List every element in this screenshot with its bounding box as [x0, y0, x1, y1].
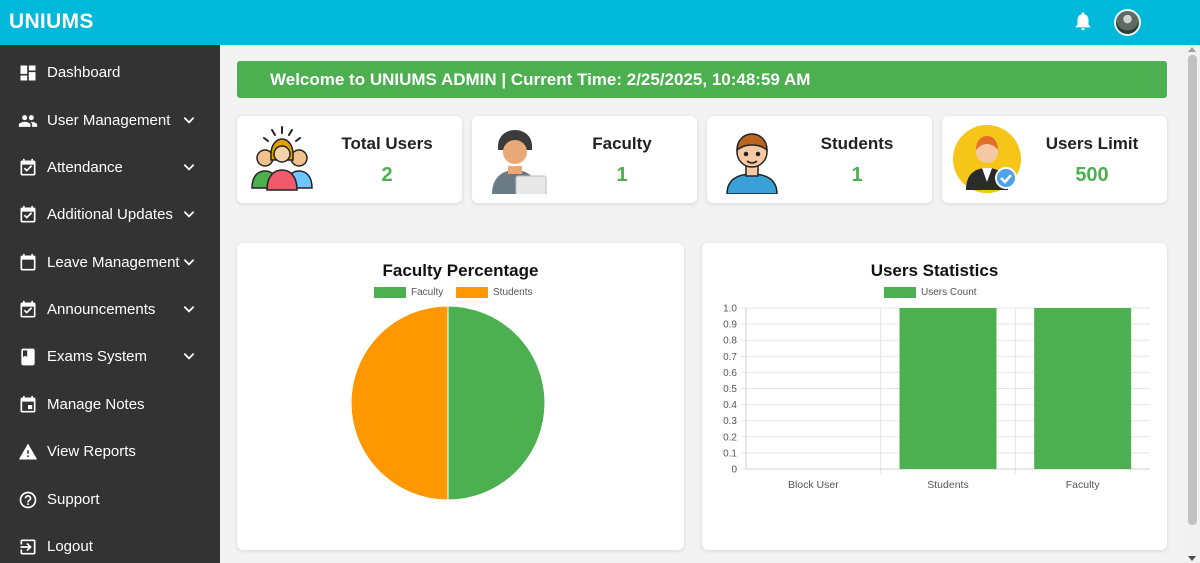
- pie-slice-students[interactable]: [350, 305, 449, 501]
- stat-card-total-users: Total Users 2: [237, 116, 462, 203]
- y-tick-label: 0.4: [723, 400, 737, 411]
- stat-card-students: Students 1: [707, 116, 932, 203]
- users-limit-icon: [953, 125, 1021, 193]
- bell-icon[interactable]: [1072, 9, 1094, 33]
- sidebar-item-label: Exams System: [47, 348, 148, 365]
- sidebar-item-manage-notes[interactable]: Manage Notes: [0, 385, 220, 425]
- stat-title: Faculty: [592, 134, 652, 153]
- x-tick-label: Faculty: [1066, 479, 1101, 491]
- sidebar-item-user-management[interactable]: User Management: [0, 101, 220, 141]
- chevron-down-icon[interactable]: [182, 349, 196, 363]
- book-icon: [21, 348, 35, 366]
- x-tick-label: Block User: [788, 479, 839, 491]
- bar-chart: 0 0.1 0.2 0.3 0.4 0.5 0.6 0.7 0.8 0.9 1.0 Block Use…: [723, 304, 1150, 491]
- y-tick-label: 0.5: [723, 384, 737, 395]
- user-avatar[interactable]: [1114, 9, 1141, 36]
- chevron-down-icon[interactable]: [182, 113, 196, 127]
- y-tick-label: 0.2: [723, 432, 737, 443]
- x-tick-label: Students: [927, 479, 968, 491]
- calendar-check-icon: [20, 205, 36, 223]
- bar-faculty[interactable]: [1034, 308, 1132, 469]
- stat-value: 1: [851, 164, 863, 186]
- sidebar-item-attendance[interactable]: Attendance: [0, 148, 220, 188]
- y-tick-label: 0.3: [723, 416, 737, 427]
- stat-title: Students: [820, 134, 894, 153]
- logout-icon: [20, 539, 36, 555]
- sidebar-item-label: Leave Management: [47, 254, 180, 271]
- users-statistics-panel: Users Statistics Users Count 0 0.1 0.2 0.3 0…: [702, 243, 1167, 550]
- chevron-down-icon[interactable]: [182, 207, 196, 221]
- chevron-down-icon[interactable]: [182, 255, 196, 269]
- pie-chart: [350, 305, 546, 501]
- sidebar-item-dashboard[interactable]: Dashboard: [0, 53, 220, 93]
- sidebar-item-support[interactable]: Support: [0, 480, 220, 520]
- brand-logo[interactable]: UNIUMS: [9, 10, 94, 34]
- y-tick-label: 1.0: [723, 304, 737, 315]
- y-tick-label: 0: [731, 465, 737, 476]
- sidebar-item-exams-system[interactable]: Exams System: [0, 337, 220, 377]
- sidebar-item-label: Logout: [47, 538, 93, 555]
- scrollbar-thumb[interactable]: [1188, 55, 1197, 525]
- faculty-icon: [492, 130, 547, 194]
- chevron-down-icon[interactable]: [182, 302, 196, 316]
- calendar-icon: [20, 253, 36, 271]
- sidebar-item-view-reports[interactable]: View Reports: [0, 432, 220, 472]
- sidebar-item-label: User Management: [47, 112, 171, 129]
- sidebar: Dashboard User Management Attendance Add…: [0, 45, 220, 563]
- sidebar-item-label: View Reports: [47, 443, 136, 460]
- dashboard-icon: [20, 65, 36, 81]
- scroll-down-icon[interactable]: [1188, 556, 1196, 561]
- sidebar-item-additional-updates[interactable]: Additional Updates: [0, 195, 220, 235]
- sidebar-item-leave-management[interactable]: Leave Management: [0, 243, 220, 283]
- chevron-down-icon[interactable]: [182, 160, 196, 174]
- y-tick-label: 0.1: [723, 448, 737, 459]
- sidebar-item-label: Manage Notes: [47, 396, 145, 413]
- sidebar-item-label: Attendance: [47, 159, 123, 176]
- y-tick-label: 0.8: [723, 336, 737, 347]
- sidebar-item-label: Support: [47, 491, 100, 508]
- scroll-up-icon[interactable]: [1188, 47, 1196, 52]
- stat-value: 1: [616, 164, 628, 186]
- stat-title: Total Users: [341, 134, 433, 153]
- bar-students[interactable]: [899, 308, 997, 469]
- people-icon: [18, 115, 38, 127]
- top-bar: UNIUMS: [0, 0, 1200, 45]
- event-icon: [20, 395, 36, 413]
- stat-card-users-limit: Users Limit 500: [942, 116, 1167, 203]
- welcome-banner: Welcome to UNIUMS ADMIN | Current Time: …: [237, 61, 1167, 98]
- sidebar-item-announcements[interactable]: Announcements: [0, 290, 220, 330]
- calendar-check-icon: [20, 158, 36, 176]
- group-users-icon: [251, 126, 313, 191]
- pie-slice-faculty[interactable]: [447, 305, 546, 501]
- sidebar-item-label: Announcements: [47, 301, 156, 318]
- help-icon: [19, 491, 37, 509]
- page-scrollbar[interactable]: [1185, 45, 1200, 563]
- stat-value: 2: [381, 164, 393, 186]
- faculty-percentage-panel: Faculty Percentage Faculty Students: [237, 243, 684, 550]
- stat-title: Users Limit: [1045, 134, 1139, 153]
- student-icon: [726, 133, 778, 194]
- y-tick-label: 0.9: [723, 320, 737, 331]
- sidebar-item-label: Additional Updates: [47, 206, 173, 223]
- y-tick-label: 0.7: [723, 352, 737, 363]
- y-tick-label: 0.6: [723, 368, 737, 379]
- calendar-check-icon: [20, 300, 36, 318]
- stat-card-faculty: Faculty 1: [472, 116, 697, 203]
- welcome-text: Welcome to UNIUMS ADMIN | Current Time: …: [270, 70, 811, 89]
- sidebar-item-logout[interactable]: Logout: [0, 527, 220, 563]
- stat-value: 500: [1075, 164, 1109, 186]
- sidebar-item-label: Dashboard: [47, 64, 121, 81]
- warning-icon: [18, 443, 38, 460]
